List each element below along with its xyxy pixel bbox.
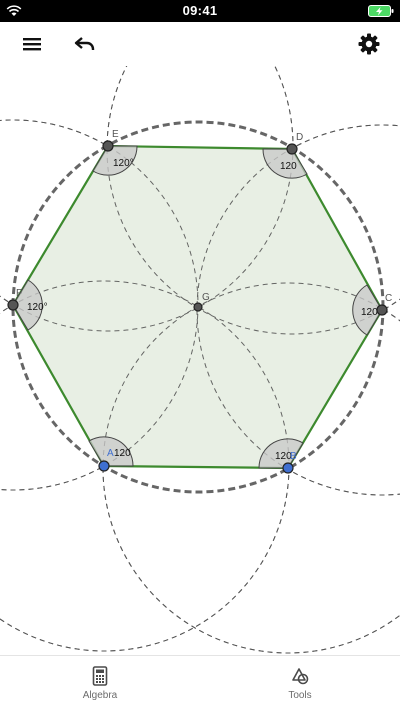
- point-label-f: F: [16, 288, 22, 299]
- angle-label-e: 120°: [113, 158, 134, 169]
- undo-button[interactable]: [71, 30, 99, 58]
- tab-tools-label: Tools: [288, 690, 312, 701]
- angle-label-f: 120°: [27, 302, 48, 313]
- point-e[interactable]: [102, 140, 114, 152]
- tab-algebra-label: Algebra: [82, 690, 118, 701]
- toolbar: [0, 22, 400, 66]
- point-label-g: G: [202, 292, 210, 303]
- menu-icon: [23, 38, 41, 51]
- point-label-a: A: [107, 448, 114, 459]
- calculator-icon: [92, 666, 108, 686]
- tools-icon: [292, 668, 309, 685]
- settings-button[interactable]: [355, 30, 383, 58]
- battery-charging-icon: [368, 5, 394, 17]
- point-c[interactable]: [376, 304, 388, 316]
- angle-label-d: 120: [280, 161, 297, 172]
- menu-button[interactable]: [18, 30, 46, 58]
- angle-label-a: 120: [114, 448, 131, 459]
- point-d[interactable]: [286, 143, 298, 155]
- status-time: 09:41: [182, 3, 218, 18]
- point-label-e: E: [112, 129, 119, 140]
- tab-algebra[interactable]: Algebra: [45, 656, 155, 711]
- undo-icon: [74, 37, 95, 50]
- status-bar: 09:41: [0, 0, 400, 22]
- angle-label-c: 120: [361, 307, 378, 318]
- point-g[interactable]: [193, 302, 203, 312]
- tab-tools[interactable]: Tools: [245, 656, 355, 711]
- bottom-tab-bar: Algebra Tools: [0, 655, 400, 711]
- point-f[interactable]: [7, 299, 19, 311]
- point-a[interactable]: [98, 460, 110, 472]
- point-label-b: B: [290, 451, 297, 462]
- construction-drawing[interactable]: 120 120 120 120 120° 120° A B C D E F G: [0, 66, 400, 655]
- point-label-c: C: [385, 293, 392, 304]
- gear-icon: [358, 33, 380, 55]
- point-label-d: D: [296, 132, 303, 143]
- geometry-canvas[interactable]: 120 120 120 120 120° 120° A B C D E F G: [0, 66, 400, 655]
- point-b[interactable]: [282, 462, 294, 474]
